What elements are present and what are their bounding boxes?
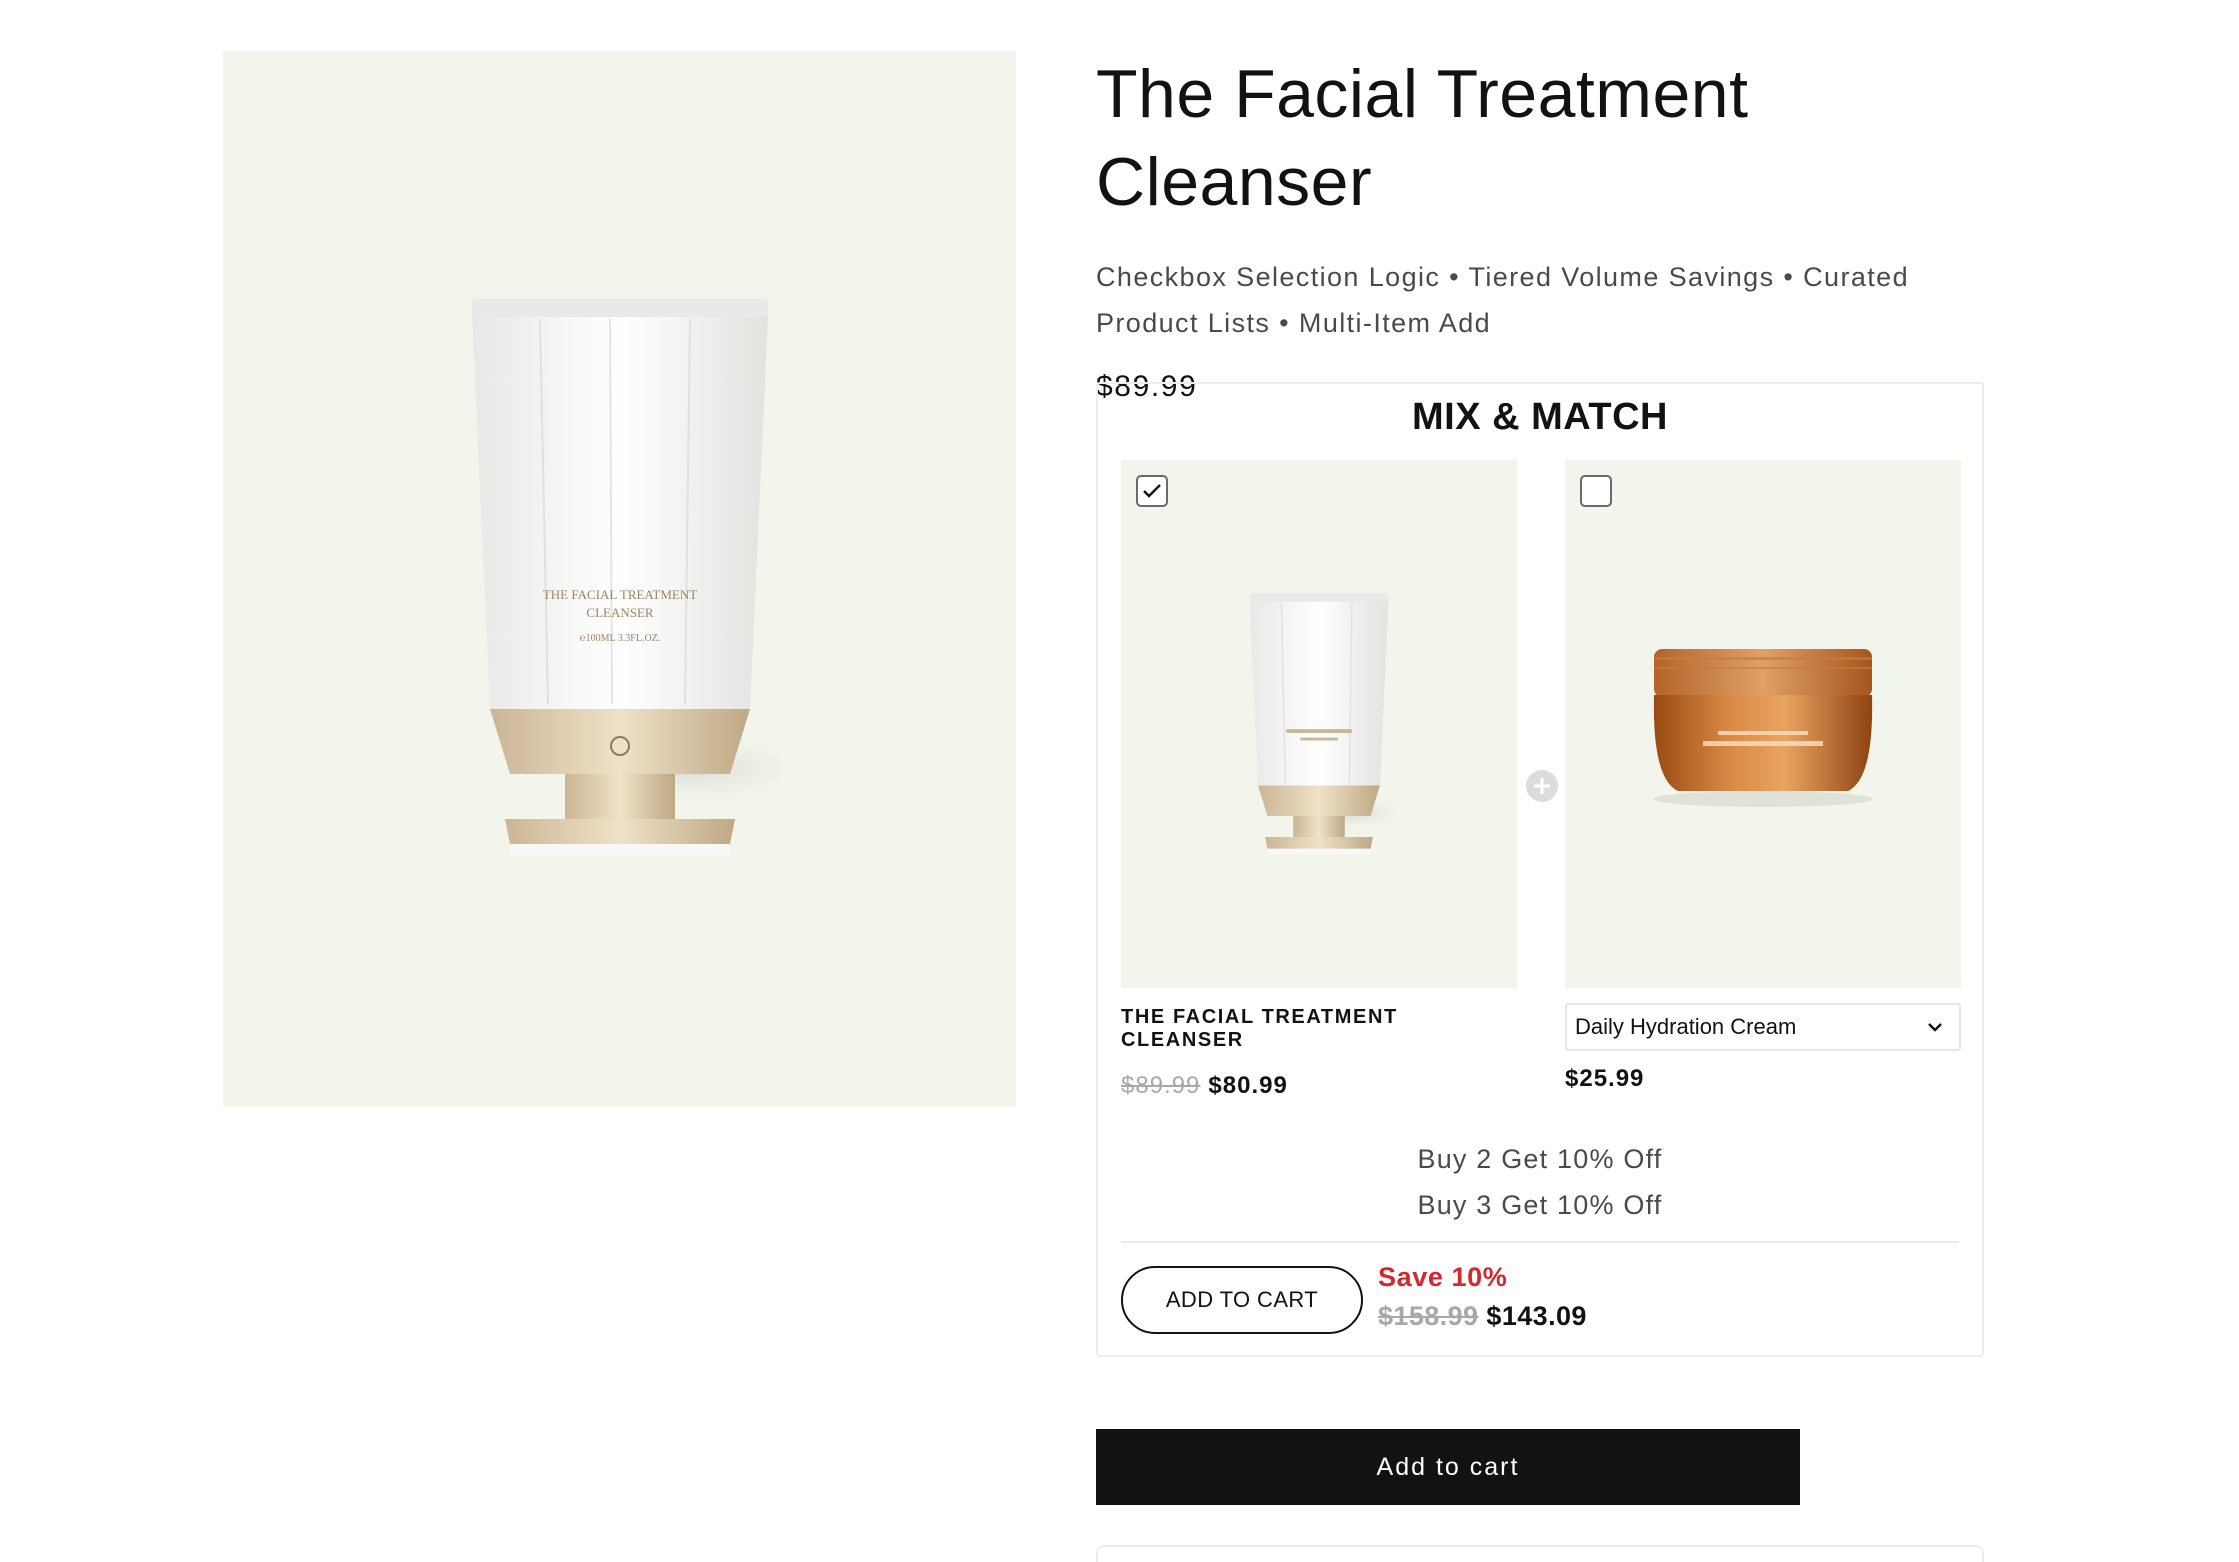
cleanser-name[interactable]: THE FACIAL TREATMENT CLEANSER [1121,1006,1517,1052]
mix-match-card-cleanser: THE FACIAL TREATMENT CLEANSER $89.99 $80.… [1121,460,1517,1100]
cleanser-prices: $89.99 $80.99 [1121,1072,1517,1100]
cream-variant-select[interactable]: Daily Hydration Cream [1565,1003,1961,1051]
checkmark-icon [1143,484,1161,498]
add-to-cart-button[interactable]: Add to cart [1096,1429,1800,1505]
bundle-savings: Save 10% $158.99 $143.09 [1378,1262,1587,1332]
tier-line: Buy 3 Get 10% Off [1417,1190,1663,1220]
tier-line: Buy 2 Get 10% Off [1417,1144,1663,1174]
cream-checkbox[interactable] [1580,475,1612,507]
cream-jar-image [1653,649,1873,807]
plus-icon [1526,770,1558,802]
discount-tiers: Buy 2 Get 10% Off Buy 3 Get 10% Off [1098,1136,1982,1228]
svg-text:℮100ML 3.3FL.OZ.: ℮100ML 3.3FL.OZ. [579,633,660,644]
cream-prices: $25.99 [1565,1065,1961,1093]
cleanser-old-price: $89.99 [1121,1072,1201,1099]
svg-text:THE FACIAL TREATMENT: THE FACIAL TREATMENT [542,587,696,602]
cleanser-sale-price: $80.99 [1208,1072,1288,1099]
cleanser-tube-image: THE FACIAL TREATMENT CLEANSER ℮100ML 3.3… [471,299,780,856]
product-subtitle: Checkbox Selection Logic • Tiered Volume… [1096,262,1910,338]
product-title: The Facial Treatment Cleanser [1096,56,1749,220]
mix-match-card-cream: Daily Hydration Cream $25.99 [1565,460,1961,1093]
bundle-old-total: $158.99 [1378,1301,1479,1331]
product-info: The Facial Treatment Cleanser Checkbox S… [1096,50,1996,404]
cream-thumbnail[interactable] [1565,460,1961,988]
svg-text:CLEANSER: CLEANSER [586,605,654,620]
cream-price: $25.99 [1565,1065,1645,1092]
mix-match-title: MIX & MATCH [1412,396,1668,438]
chevron-down-icon [1928,1023,1942,1032]
product-main-image[interactable]: THE FACIAL TREATMENT CLEANSER ℮100ML 3.3… [223,51,1016,1107]
next-section-box [1096,1545,1984,1562]
mix-match-add-to-cart-button[interactable]: ADD TO CART [1121,1266,1363,1334]
cream-selected-option: Daily Hydration Cream [1575,1014,1797,1039]
divider [1121,1241,1959,1243]
save-badge: Save 10% [1378,1262,1508,1292]
cleanser-checkbox[interactable] [1136,475,1168,507]
bundle-totals: $158.99 $143.09 [1378,1301,1587,1332]
cleanser-tube-thumb-image [1249,592,1394,854]
bundle-new-total: $143.09 [1486,1301,1587,1331]
cleanser-thumbnail[interactable] [1121,460,1517,988]
mix-match-section: MIX & MATCH THE FACIAL TREATMENT CLEANSE… [1096,382,1984,1357]
